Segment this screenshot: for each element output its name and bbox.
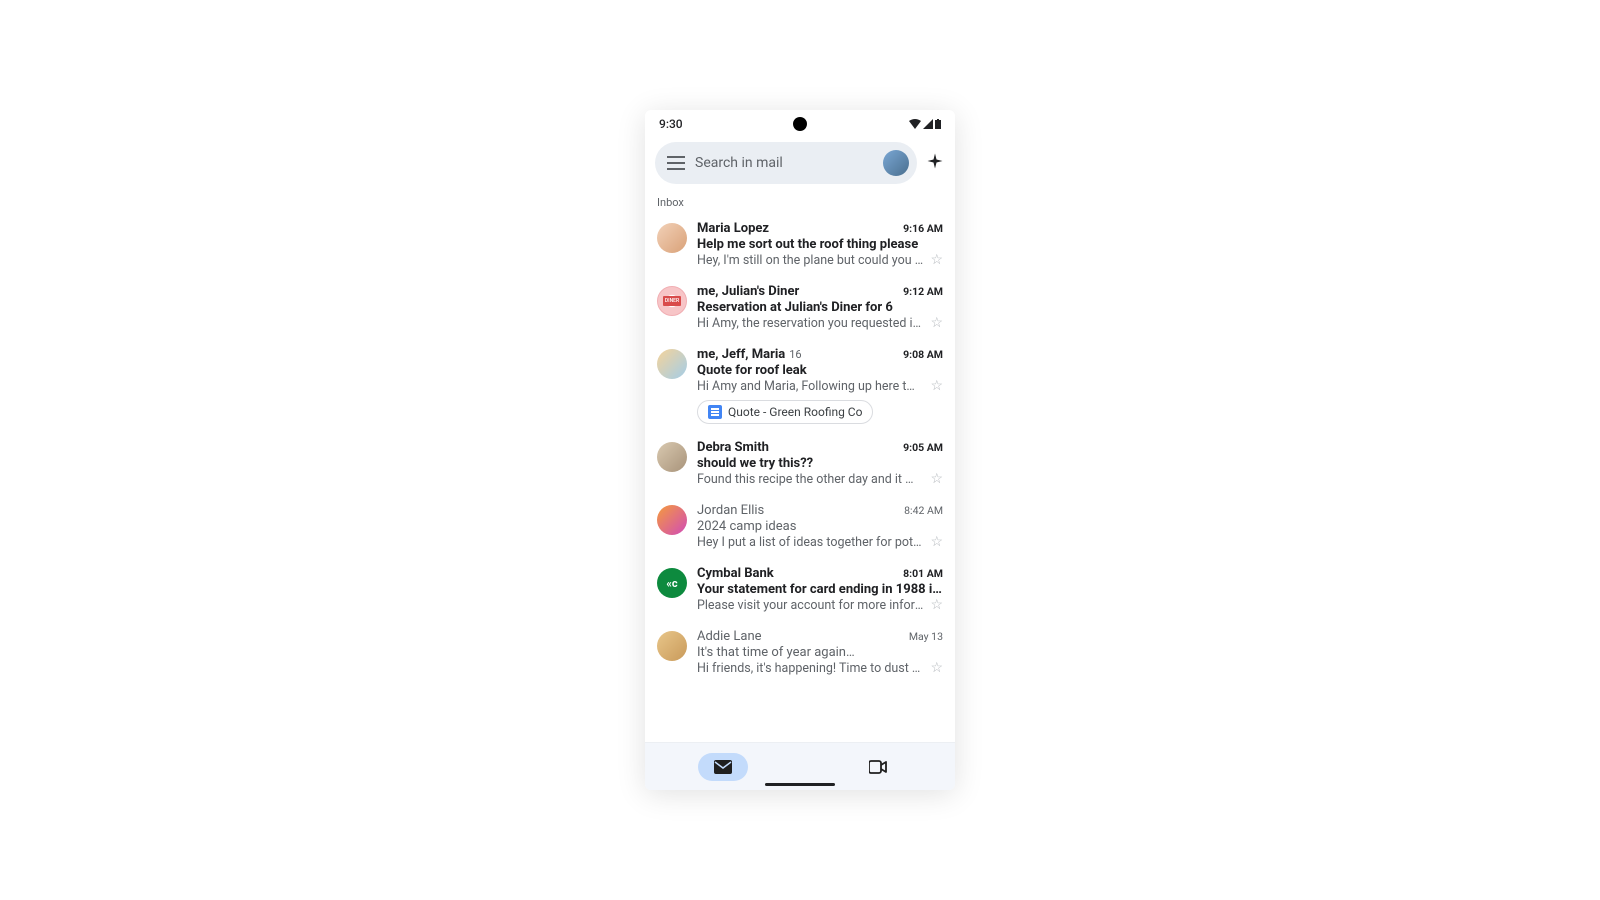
email-row[interactable]: Addie Lane May 13 It's that time of year a… bbox=[645, 621, 955, 684]
email-subject: Reservation at Julian's Diner for 6 bbox=[697, 300, 943, 315]
search-row: Search in mail bbox=[645, 138, 955, 190]
signal-icon bbox=[923, 119, 933, 129]
email-time: 8:42 AM bbox=[904, 504, 943, 517]
star-icon[interactable]: ☆ bbox=[930, 315, 943, 331]
star-icon[interactable]: ☆ bbox=[930, 471, 943, 487]
email-sender: Maria Lopez bbox=[697, 221, 769, 236]
star-icon[interactable]: ☆ bbox=[930, 534, 943, 550]
email-body: me, Julian's Diner 9:12 AM Reservation at … bbox=[697, 284, 943, 331]
email-sender: Cymbal Bank bbox=[697, 566, 774, 581]
video-icon bbox=[869, 760, 887, 774]
email-body: Jordan Ellis 8:42 AM 2024 camp ideasHey I … bbox=[697, 503, 943, 550]
star-icon[interactable]: ☆ bbox=[930, 378, 943, 394]
email-time: 9:08 AM bbox=[903, 348, 943, 361]
doc-icon bbox=[708, 405, 722, 419]
email-body: Cymbal Bank 8:01 AM Your statement for car… bbox=[697, 566, 943, 613]
sender-avatar bbox=[657, 442, 687, 472]
nav-meet[interactable] bbox=[853, 753, 903, 781]
search-bar[interactable]: Search in mail bbox=[655, 142, 917, 184]
sender-avatar: «c bbox=[657, 568, 687, 598]
email-subject: Your statement for card ending in 1988 i… bbox=[697, 582, 943, 597]
account-avatar[interactable] bbox=[883, 150, 909, 176]
status-icons bbox=[909, 119, 941, 129]
camera-notch bbox=[793, 117, 807, 131]
sender-avatar bbox=[657, 505, 687, 535]
email-row[interactable]: me, Jeff, Maria16 9:08 AM Quote for roof l… bbox=[645, 339, 955, 432]
email-snippet: Hey I put a list of ideas together for p… bbox=[697, 535, 924, 550]
star-icon[interactable]: ☆ bbox=[930, 597, 943, 613]
email-time: 8:01 AM bbox=[903, 567, 943, 580]
email-snippet: Please visit your account for more infor… bbox=[697, 598, 924, 613]
email-body: Maria Lopez 9:16 AM Help me sort out the r… bbox=[697, 221, 943, 268]
sender-avatar bbox=[657, 223, 687, 253]
sender-avatar: DINER bbox=[657, 286, 687, 316]
email-sender: me, Jeff, Maria16 bbox=[697, 347, 802, 362]
email-subject: Quote for roof leak bbox=[697, 363, 943, 378]
sender-avatar bbox=[657, 349, 687, 379]
email-sender: Addie Lane bbox=[697, 629, 762, 644]
search-placeholder: Search in mail bbox=[695, 155, 873, 171]
attachment-label: Quote - Green Roofing Co bbox=[728, 405, 862, 419]
ai-sparkle-icon[interactable] bbox=[925, 152, 945, 175]
email-row[interactable]: Maria Lopez 9:16 AM Help me sort out the r… bbox=[645, 213, 955, 276]
mail-icon bbox=[714, 760, 732, 774]
email-time: 9:12 AM bbox=[903, 285, 943, 298]
status-time: 9:30 bbox=[659, 117, 683, 131]
attachment-chip[interactable]: Quote - Green Roofing Co bbox=[697, 400, 873, 424]
email-list[interactable]: Maria Lopez 9:16 AM Help me sort out the r… bbox=[645, 213, 955, 742]
email-snippet: Hey, I'm still on the plane but could yo… bbox=[697, 253, 924, 268]
section-label: Inbox bbox=[645, 190, 955, 213]
email-snippet: Hi Amy and Maria, Following up here t… bbox=[697, 379, 924, 394]
email-time: 9:16 AM bbox=[903, 222, 943, 235]
email-row[interactable]: Debra Smith 9:05 AM should we try this??Fo… bbox=[645, 432, 955, 495]
home-indicator[interactable] bbox=[765, 783, 835, 786]
menu-icon[interactable] bbox=[667, 156, 685, 170]
star-icon[interactable]: ☆ bbox=[930, 252, 943, 268]
email-subject: Help me sort out the roof thing please bbox=[697, 237, 943, 252]
email-sender: Jordan Ellis bbox=[697, 503, 764, 518]
email-time: May 13 bbox=[909, 630, 943, 643]
sender-avatar bbox=[657, 631, 687, 661]
email-snippet: Hi friends, it's happening! Time to dust… bbox=[697, 661, 924, 676]
email-snippet: Found this recipe the other day and it m… bbox=[697, 472, 924, 487]
email-subject: 2024 camp ideas bbox=[697, 519, 943, 534]
email-sender: Debra Smith bbox=[697, 440, 769, 455]
star-icon[interactable]: ☆ bbox=[930, 660, 943, 676]
email-body: Debra Smith 9:05 AM should we try this??Fo… bbox=[697, 440, 943, 487]
email-time: 9:05 AM bbox=[903, 441, 943, 454]
email-subject: It's that time of year again… bbox=[697, 645, 943, 660]
wifi-icon bbox=[909, 119, 921, 129]
battery-icon bbox=[935, 119, 941, 129]
email-subject: should we try this?? bbox=[697, 456, 943, 471]
nav-mail[interactable] bbox=[698, 753, 748, 781]
email-body: Addie Lane May 13 It's that time of year a… bbox=[697, 629, 943, 676]
email-body: me, Jeff, Maria16 9:08 AM Quote for roof l… bbox=[697, 347, 943, 424]
phone-frame: 9:30 Search in mail Inbox Maria Lopez 9:1… bbox=[645, 110, 955, 790]
email-row[interactable]: DINER me, Julian's Diner 9:12 AM Reservatio… bbox=[645, 276, 955, 339]
status-bar: 9:30 bbox=[645, 110, 955, 138]
email-snippet: Hi Amy, the reservation you requested is… bbox=[697, 316, 924, 331]
email-sender: me, Julian's Diner bbox=[697, 284, 799, 299]
email-row[interactable]: Jordan Ellis 8:42 AM 2024 camp ideasHey I … bbox=[645, 495, 955, 558]
email-row[interactable]: «c Cymbal Bank 8:01 AM Your statement for c… bbox=[645, 558, 955, 621]
